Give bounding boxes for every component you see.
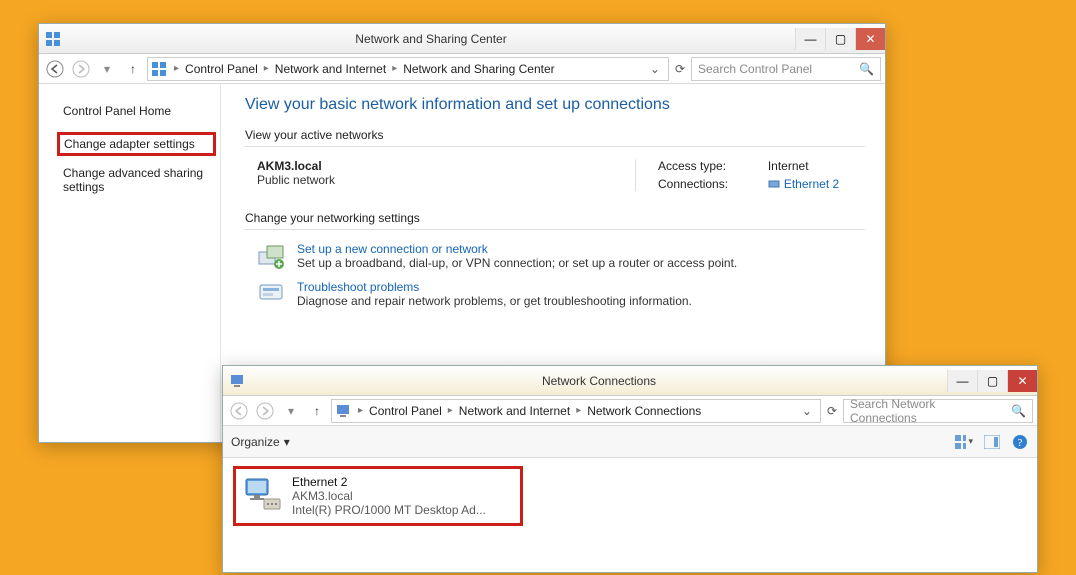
- window-title: Network and Sharing Center: [67, 32, 795, 46]
- adapter-name: Ethernet 2: [292, 475, 486, 489]
- close-button[interactable]: ✕: [855, 28, 885, 50]
- back-button[interactable]: [227, 399, 251, 423]
- network-connections-window: Network Connections — ▢ ✕ ▾ ↑ ▸ Control …: [222, 365, 1038, 573]
- active-networks-label: View your active networks: [245, 128, 865, 142]
- highlight-box: Ethernet 2 AKM3.local Intel(R) PRO/1000 …: [233, 466, 523, 526]
- refresh-button[interactable]: ⟳: [671, 62, 689, 76]
- divider: [245, 146, 865, 147]
- refresh-button[interactable]: ⟳: [823, 404, 841, 418]
- chevron-right-icon: ▸: [356, 405, 365, 416]
- network-name: AKM3.local: [257, 159, 595, 173]
- change-settings-label: Change your networking settings: [245, 211, 865, 225]
- chevron-right-icon: ▸: [172, 63, 181, 74]
- minimize-button[interactable]: —: [795, 28, 825, 50]
- maximize-button[interactable]: ▢: [977, 370, 1007, 392]
- ethernet-adapter-icon: [242, 475, 282, 515]
- breadcrumb-dropdown[interactable]: ⌄: [646, 62, 664, 76]
- adapter-device: Intel(R) PRO/1000 MT Desktop Ad...: [292, 503, 486, 517]
- sidebar-change-advanced[interactable]: Change advanced sharing settings: [61, 162, 212, 198]
- sidebar: Control Panel Home Change adapter settin…: [39, 84, 221, 442]
- svg-text:?: ?: [1018, 437, 1023, 449]
- recent-dropdown[interactable]: ▾: [279, 399, 303, 423]
- view-options-button[interactable]: ▾: [955, 433, 973, 451]
- navigation-bar: ▾ ↑ ▸ Control Panel ▸ Network and Intern…: [223, 396, 1037, 426]
- task-desc: Set up a broadband, dial-up, or VPN conn…: [297, 256, 737, 270]
- network-center-icon: [45, 31, 61, 47]
- search-placeholder: Search Control Panel: [698, 62, 812, 76]
- window-title: Network Connections: [251, 374, 947, 388]
- connections-label: Connections:: [658, 177, 754, 191]
- chevron-right-icon: ▸: [446, 405, 455, 416]
- minimize-button[interactable]: —: [947, 370, 977, 392]
- sidebar-home[interactable]: Control Panel Home: [61, 100, 212, 122]
- troubleshoot-icon: [257, 280, 285, 308]
- network-summary: AKM3.local Public network Access type: I…: [245, 159, 865, 191]
- breadcrumb-item[interactable]: Network and Sharing Center: [403, 62, 554, 76]
- access-type-label: Access type:: [658, 159, 754, 173]
- breadcrumb-item[interactable]: Network Connections: [587, 404, 701, 418]
- up-button[interactable]: ↑: [305, 399, 329, 423]
- network-type: Public network: [257, 173, 595, 187]
- recent-dropdown[interactable]: ▾: [95, 57, 119, 81]
- search-input[interactable]: Search Control Panel 🔍: [691, 57, 881, 81]
- maximize-button[interactable]: ▢: [825, 28, 855, 50]
- adapter-list: Ethernet 2 AKM3.local Intel(R) PRO/1000 …: [223, 458, 1037, 572]
- task-title: Set up a new connection or network: [297, 242, 737, 256]
- sidebar-change-adapter[interactable]: Change adapter settings: [64, 137, 209, 151]
- chevron-right-icon: ▸: [574, 405, 583, 416]
- forward-button[interactable]: [253, 399, 277, 423]
- breadcrumb-item[interactable]: Network and Internet: [459, 404, 570, 418]
- search-input[interactable]: Search Network Connections 🔍: [843, 399, 1033, 423]
- close-button[interactable]: ✕: [1007, 370, 1037, 392]
- task-troubleshoot[interactable]: Troubleshoot problems Diagnose and repai…: [245, 280, 865, 308]
- breadcrumb[interactable]: ▸ Control Panel ▸ Network and Internet ▸…: [331, 399, 821, 423]
- breadcrumb-item[interactable]: Control Panel: [369, 404, 442, 418]
- breadcrumb-dropdown[interactable]: ⌄: [798, 404, 816, 418]
- network-connections-icon: [336, 403, 352, 419]
- search-placeholder: Search Network Connections: [850, 397, 1005, 425]
- task-title: Troubleshoot problems: [297, 280, 692, 294]
- back-button[interactable]: [43, 57, 67, 81]
- chevron-right-icon: ▸: [262, 63, 271, 74]
- task-desc: Diagnose and repair network problems, or…: [297, 294, 692, 308]
- forward-button[interactable]: [69, 57, 93, 81]
- connection-name: Ethernet 2: [784, 177, 839, 191]
- toolbar: Organize ▾ ▾ ?: [223, 426, 1037, 458]
- page-title: View your basic network information and …: [245, 96, 865, 114]
- connection-link[interactable]: Ethernet 2: [768, 177, 865, 191]
- chevron-right-icon: ▸: [390, 63, 399, 74]
- adapter-item[interactable]: Ethernet 2 AKM3.local Intel(R) PRO/1000 …: [238, 471, 518, 521]
- titlebar: Network Connections — ▢ ✕: [223, 366, 1037, 396]
- search-icon: 🔍: [859, 62, 874, 76]
- adapter-network: AKM3.local: [292, 489, 486, 503]
- divider: [245, 229, 865, 230]
- breadcrumb-item[interactable]: Control Panel: [185, 62, 258, 76]
- up-button[interactable]: ↑: [121, 57, 145, 81]
- organize-menu[interactable]: Organize ▾: [231, 435, 290, 449]
- preview-pane-button[interactable]: [983, 433, 1001, 451]
- setup-connection-icon: [257, 242, 285, 270]
- network-center-icon: [152, 61, 168, 77]
- organize-label: Organize: [231, 435, 280, 449]
- breadcrumb[interactable]: ▸ Control Panel ▸ Network and Internet ▸…: [147, 57, 669, 81]
- network-connections-icon: [229, 373, 245, 389]
- help-button[interactable]: ?: [1011, 433, 1029, 451]
- highlight-box: Change adapter settings: [57, 132, 216, 156]
- task-setup-connection[interactable]: Set up a new connection or network Set u…: [245, 242, 865, 270]
- chevron-down-icon: ▾: [284, 435, 290, 449]
- navigation-bar: ▾ ↑ ▸ Control Panel ▸ Network and Intern…: [39, 54, 885, 84]
- breadcrumb-item[interactable]: Network and Internet: [275, 62, 386, 76]
- access-type-value: Internet: [768, 159, 865, 173]
- titlebar: Network and Sharing Center — ▢ ✕: [39, 24, 885, 54]
- ethernet-icon: [768, 178, 780, 190]
- search-icon: 🔍: [1011, 404, 1026, 418]
